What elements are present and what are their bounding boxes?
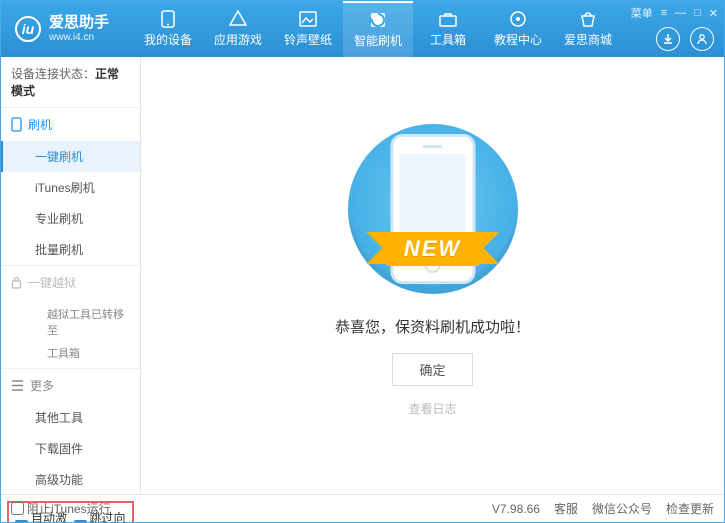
- nav-ringtones[interactable]: 铃声壁纸: [273, 1, 343, 57]
- app-header: iu 爱思助手 www.i4.cn 我的设备 应用游戏 铃声壁纸 智能刷机 工具…: [1, 1, 724, 57]
- view-log-link[interactable]: 查看日志: [408, 400, 456, 417]
- support-link[interactable]: 客服: [554, 500, 578, 517]
- jailbreak-note: 越狱工具已转移至: [1, 299, 140, 345]
- brand-subtitle: www.i4.cn: [49, 32, 109, 43]
- nav-label: 爱思商城: [564, 31, 612, 48]
- toolbox-icon: [438, 10, 458, 28]
- brand-logo-icon: iu: [15, 16, 41, 42]
- sidebar-item-pro-flash[interactable]: 专业刷机: [1, 203, 140, 234]
- sidebar-item-itunes-flash[interactable]: iTunes刷机: [1, 172, 140, 203]
- sidebar-item-advanced[interactable]: 高级功能: [1, 464, 140, 495]
- nav-label: 智能刷机: [354, 32, 402, 49]
- window-controls: 菜单 ≡ — □ ✕: [631, 5, 718, 21]
- sidebar-item-download-firmware[interactable]: 下载固件: [1, 433, 140, 464]
- close-icon[interactable]: ✕: [709, 7, 718, 20]
- more-icon: [11, 380, 24, 391]
- wechat-link[interactable]: 微信公众号: [592, 500, 652, 517]
- new-ribbon-icon: NEW: [386, 232, 479, 266]
- nav-apps-games[interactable]: 应用游戏: [203, 1, 273, 57]
- apps-icon: [228, 10, 248, 28]
- status-bar: 阻止iTunes运行 V7.98.66 客服 微信公众号 检查更新: [1, 494, 724, 522]
- wallpaper-icon: [298, 10, 318, 28]
- flash-icon: [368, 11, 388, 29]
- ok-button[interactable]: 确定: [392, 353, 472, 386]
- sidebar-section-jailbreak: 一键越狱: [1, 266, 140, 299]
- nav-label: 应用游戏: [214, 31, 262, 48]
- nav-label: 我的设备: [144, 31, 192, 48]
- minimize-icon[interactable]: —: [675, 7, 686, 19]
- store-icon: [578, 10, 598, 28]
- nav-label: 工具箱: [430, 31, 466, 48]
- tutorial-icon: [508, 10, 528, 28]
- download-button[interactable]: [656, 27, 680, 51]
- sidebar-section-more[interactable]: 更多: [1, 369, 140, 402]
- sidebar-item-other-tools[interactable]: 其他工具: [1, 402, 140, 433]
- success-illustration: NEW: [348, 124, 518, 294]
- check-update-link[interactable]: 检查更新: [666, 500, 714, 517]
- brand-title: 爱思助手: [49, 15, 109, 32]
- nav-smart-flash[interactable]: 智能刷机: [343, 1, 413, 57]
- version-label: V7.98.66: [492, 502, 540, 516]
- checkbox-block-itunes[interactable]: 阻止iTunes运行: [11, 500, 111, 517]
- nav-toolbox[interactable]: 工具箱: [413, 1, 483, 57]
- nav-my-device[interactable]: 我的设备: [133, 1, 203, 57]
- phone-icon: [158, 10, 178, 28]
- nav-tutorials[interactable]: 教程中心: [483, 1, 553, 57]
- brand: iu 爱思助手 www.i4.cn: [1, 1, 123, 57]
- jailbreak-note2: 工具箱: [1, 345, 140, 368]
- sidebar-item-oneclick-flash[interactable]: 一键刷机: [1, 141, 140, 172]
- sidebar-item-batch-flash[interactable]: 批量刷机: [1, 234, 140, 265]
- success-message: 恭喜您，保资料刷机成功啦！: [335, 316, 530, 337]
- lock-icon: [11, 276, 22, 289]
- menu-button[interactable]: 菜单: [631, 5, 653, 21]
- nav-label: 教程中心: [494, 31, 542, 48]
- nav-store[interactable]: 爱思商城: [553, 1, 623, 57]
- main-content: NEW 恭喜您，保资料刷机成功啦！ 确定 查看日志: [141, 57, 724, 494]
- maximize-icon[interactable]: □: [694, 7, 701, 19]
- sidebar-section-flash[interactable]: 刷机: [1, 108, 140, 141]
- lines-icon[interactable]: ≡: [661, 7, 667, 19]
- sidebar: 设备连接状态：正常模式 刷机 一键刷机 iTunes刷机 专业刷机 批量刷机 一…: [1, 57, 141, 494]
- nav-label: 铃声壁纸: [284, 31, 332, 48]
- connection-status: 设备连接状态：正常模式: [1, 57, 140, 107]
- phone-small-icon: [11, 117, 22, 132]
- user-button[interactable]: [690, 27, 714, 51]
